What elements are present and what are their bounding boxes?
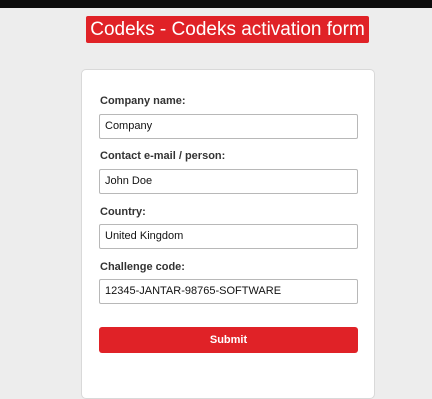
contact-label: Contact e-mail / person: — [100, 150, 226, 162]
submit-button[interactable]: Submit — [99, 327, 358, 353]
top-bar — [0, 0, 432, 8]
country-label: Country: — [100, 206, 146, 218]
company-name-label: Company name: — [100, 95, 186, 107]
country-input[interactable]: United Kingdom — [99, 224, 358, 249]
activation-form: Company name: Company Contact e-mail / p… — [81, 69, 375, 399]
challenge-code-label: Challenge code: — [100, 261, 185, 273]
contact-input[interactable]: John Doe — [99, 169, 358, 194]
page-title: Codeks - Codeks activation form — [86, 16, 369, 43]
company-name-input[interactable]: Company — [99, 114, 358, 139]
challenge-code-input[interactable]: 12345-JANTAR-98765-SOFTWARE — [99, 279, 358, 304]
